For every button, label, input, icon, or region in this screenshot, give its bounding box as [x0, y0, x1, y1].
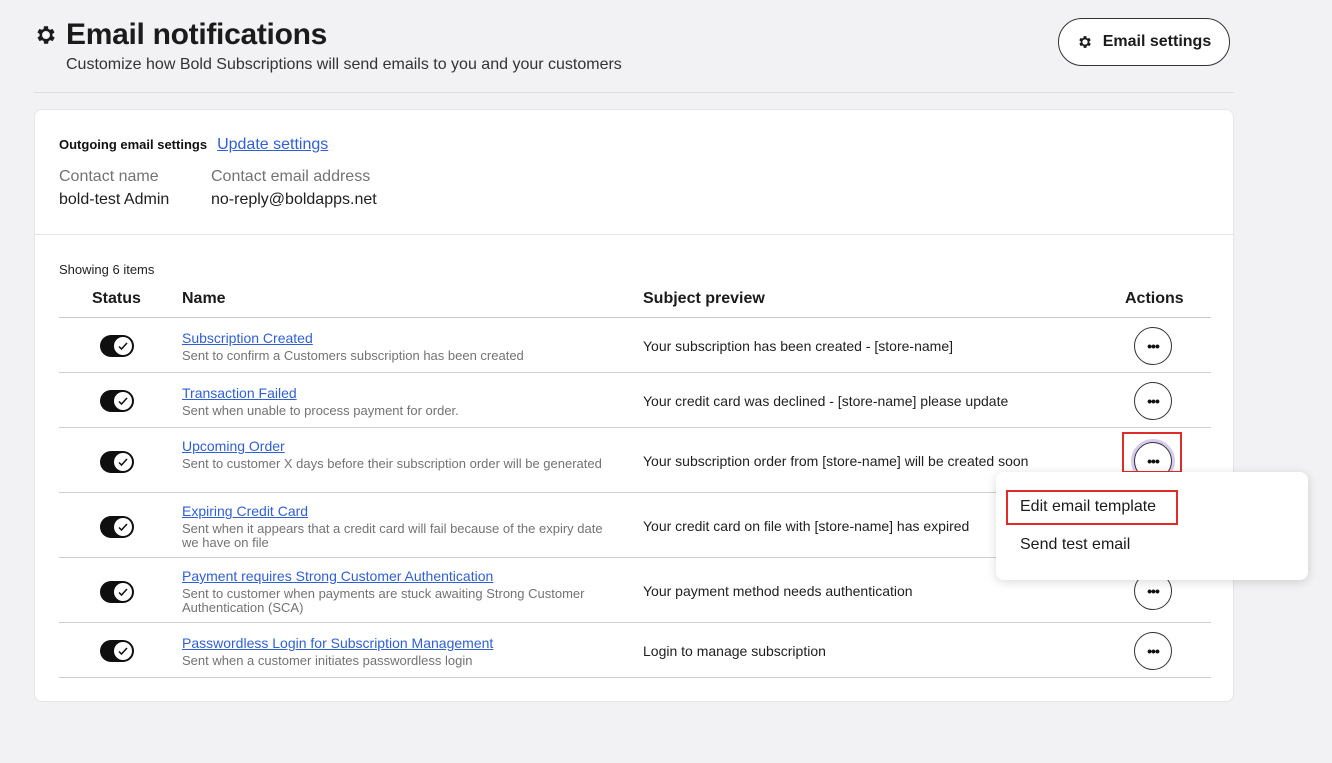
outgoing-settings: Outgoing email settings Update settings — [59, 136, 328, 154]
notification-name-link[interactable]: Payment requires Strong Customer Authent… — [182, 568, 493, 584]
status-toggle[interactable] — [100, 390, 134, 412]
notification-description: Sent to customer X days before their sub… — [182, 456, 602, 471]
table-row: Subscription Created Sent to confirm a C… — [59, 318, 1211, 373]
notification-name-link[interactable]: Upcoming Order — [182, 438, 285, 454]
notification-name-link[interactable]: Expiring Credit Card — [182, 503, 308, 519]
contact-name-label: Contact name — [59, 168, 159, 185]
status-toggle[interactable] — [100, 516, 134, 538]
notification-description: Sent when a customer initiates passwordl… — [182, 653, 473, 668]
contact-name-group: Contact name bold-test Admin — [59, 168, 169, 209]
status-toggle[interactable] — [100, 640, 134, 662]
check-icon — [118, 523, 128, 532]
check-icon — [118, 458, 128, 467]
check-icon — [118, 647, 128, 656]
actions-menu: Edit email template Send test email — [996, 472, 1308, 580]
status-toggle[interactable] — [100, 581, 134, 603]
page-header: Email notifications Customize how Bold S… — [34, 18, 1234, 93]
contact-name-value: bold-test Admin — [59, 191, 170, 208]
table-row: Passwordless Login for Subscription Mana… — [59, 623, 1211, 678]
notification-name-link[interactable]: Passwordless Login for Subscription Mana… — [182, 635, 493, 651]
update-settings-link[interactable]: Update settings — [217, 136, 328, 154]
subject-preview: Login to manage subscription — [643, 643, 826, 659]
divider — [35, 234, 1233, 235]
gear-icon — [37, 26, 55, 44]
menu-item-edit-email-template[interactable]: Edit email template — [1020, 498, 1156, 516]
notification-name-link[interactable]: Subscription Created — [182, 330, 313, 346]
notification-name-link[interactable]: Transaction Failed — [182, 385, 297, 401]
column-header-status: Status — [92, 290, 141, 307]
table-header: Status Name Subject preview Actions — [59, 286, 1211, 318]
check-icon — [118, 588, 128, 597]
status-toggle[interactable] — [100, 451, 134, 473]
gear-icon — [1079, 36, 1091, 48]
subject-preview: Your credit card was declined - [store-n… — [643, 393, 1009, 409]
notification-description: Sent to customer when payments are stuck… — [182, 586, 585, 615]
email-settings-label: Email settings — [1102, 33, 1212, 50]
item-count: Showing 6 items — [59, 262, 155, 277]
check-icon — [118, 397, 128, 406]
notifications-card: Outgoing email settings Update settings … — [34, 109, 1234, 702]
menu-item-send-test-email[interactable]: Send test email — [1020, 536, 1130, 554]
actions-button[interactable]: ••• — [1134, 382, 1172, 420]
status-toggle[interactable] — [100, 335, 134, 357]
contact-email-label: Contact email address — [211, 168, 371, 185]
column-header-actions: Actions — [1125, 290, 1184, 307]
notification-description: Sent when unable to process payment for … — [182, 403, 459, 418]
check-icon — [118, 342, 128, 351]
outgoing-settings-label: Outgoing email settings — [59, 137, 208, 152]
page-subtitle: Customize how Bold Subscriptions will se… — [66, 56, 622, 73]
page-title: Email notifications — [66, 18, 328, 51]
subject-preview: Your credit card on file with [store-nam… — [643, 518, 970, 534]
column-header-name: Name — [182, 290, 226, 307]
email-settings-button[interactable]: Email settings — [1058, 18, 1230, 66]
actions-button[interactable]: ••• — [1134, 632, 1172, 670]
page-title-row: Email notifications — [34, 18, 327, 52]
notification-description: Sent to confirm a Customers subscription… — [182, 348, 524, 363]
subject-preview: Your subscription order from [store-name… — [643, 453, 1029, 469]
column-header-subject: Subject preview — [643, 290, 765, 307]
subject-preview: Your subscription has been created - [st… — [643, 338, 953, 354]
actions-button[interactable]: ••• — [1134, 327, 1172, 365]
contact-email-value: no-reply@boldapps.net — [211, 191, 377, 208]
table-row: Transaction Failed Sent when unable to p… — [59, 373, 1211, 428]
notification-description: Sent when it appears that a credit card … — [182, 521, 603, 550]
subject-preview: Your payment method needs authentication — [643, 583, 913, 599]
contact-email-group: Contact email address no-reply@boldapps.… — [211, 168, 377, 209]
